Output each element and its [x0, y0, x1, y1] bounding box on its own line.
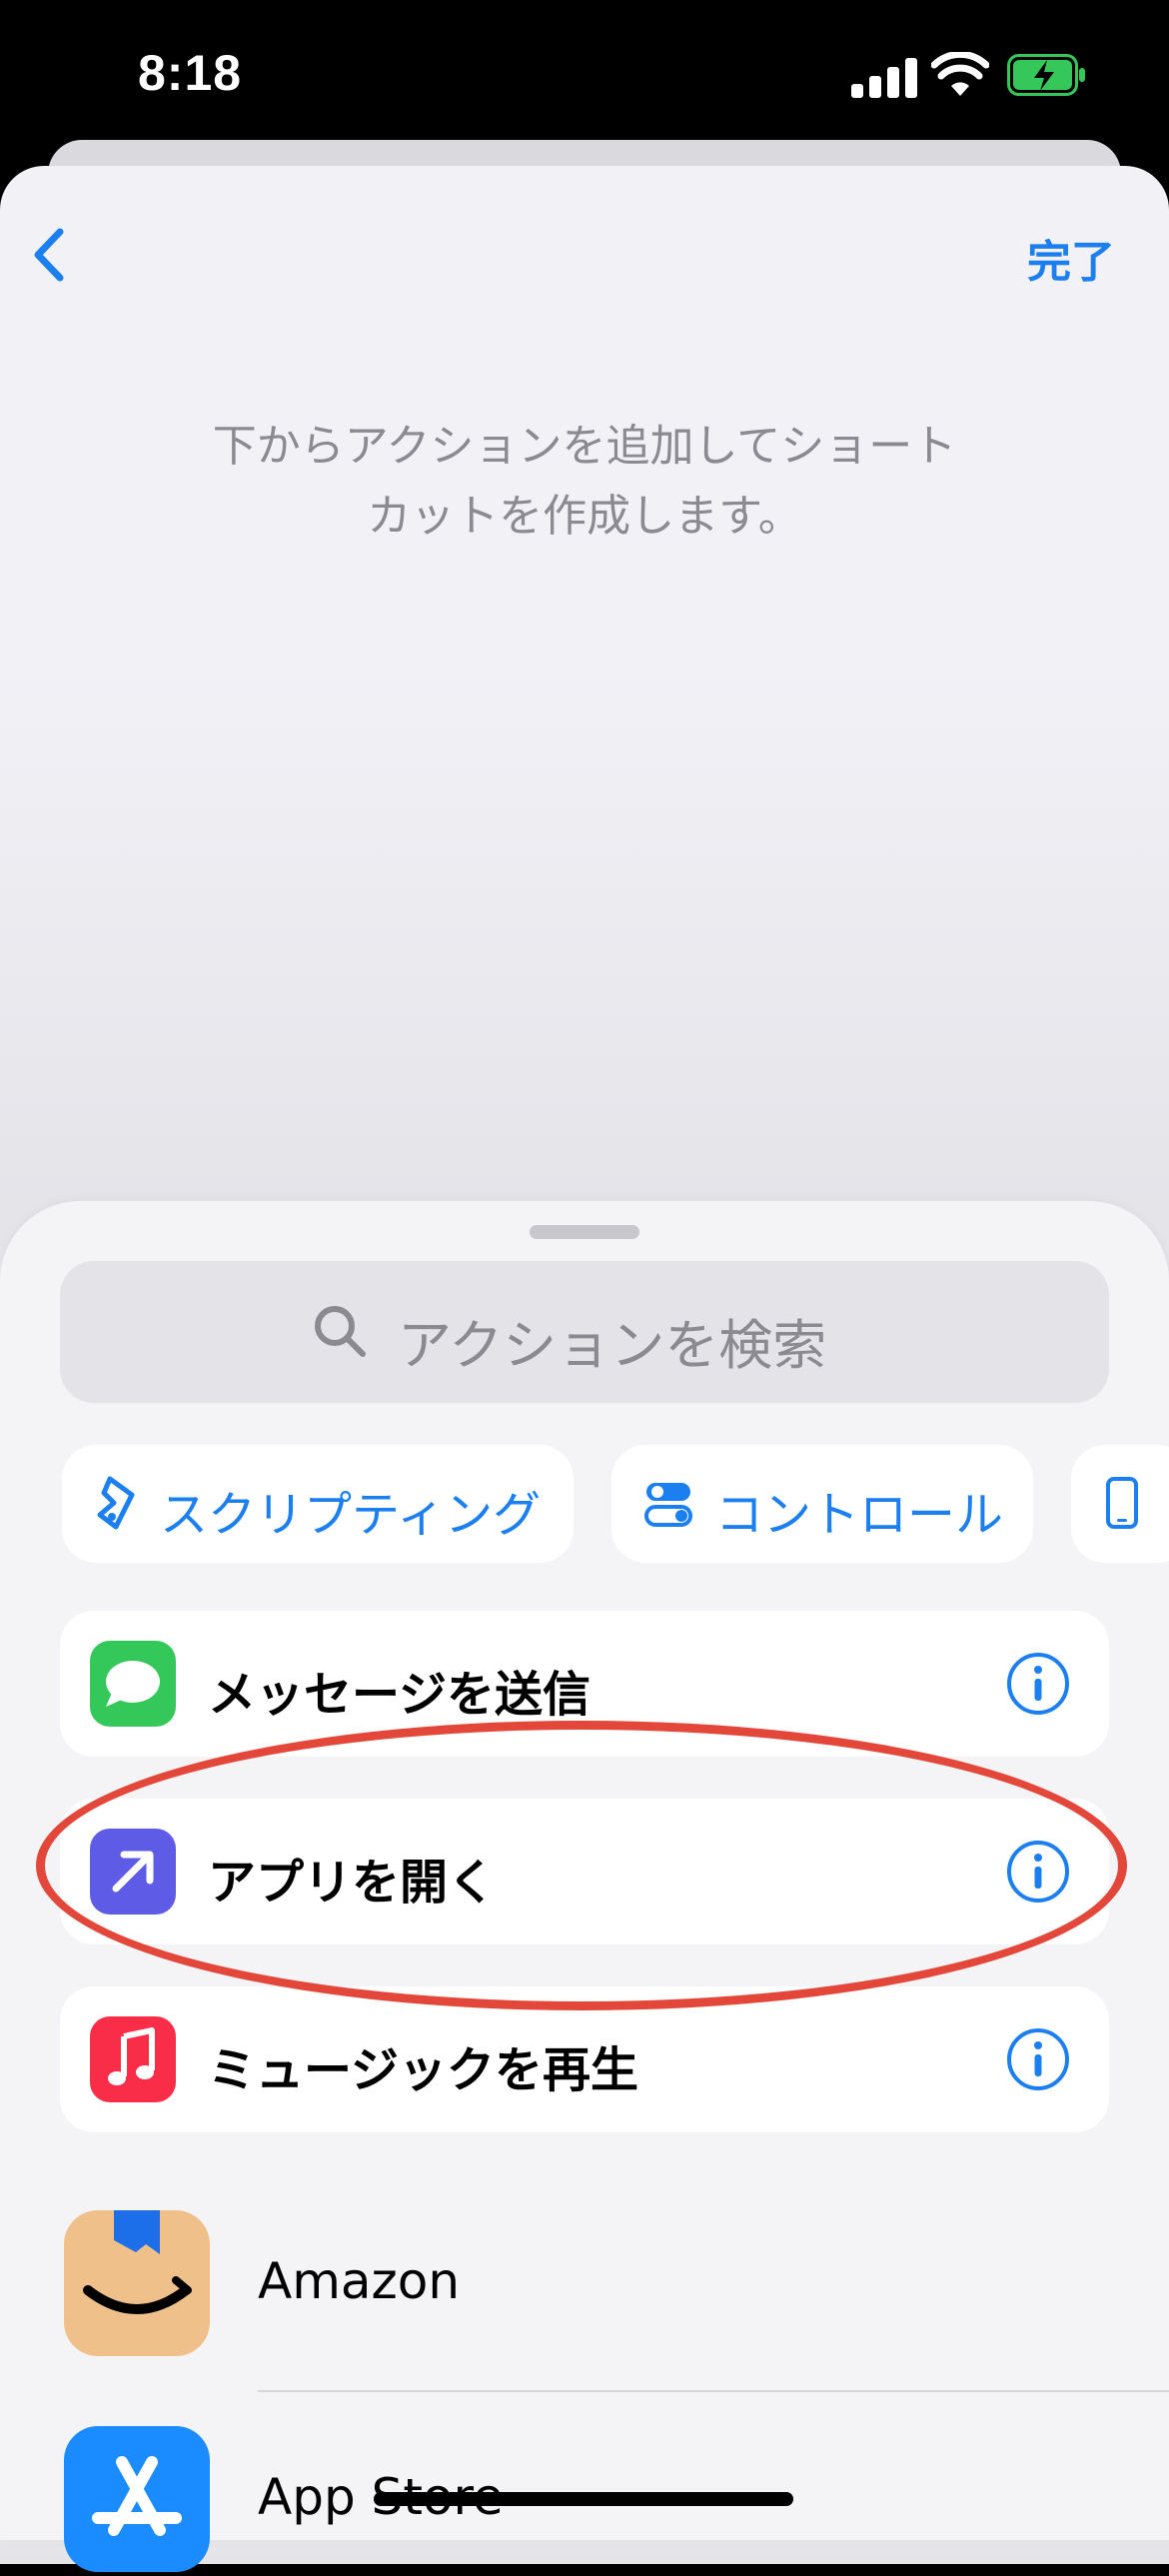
- messages-icon: [90, 1641, 176, 1727]
- status-bar: 8:18: [0, 0, 1169, 160]
- scripting-icon: [97, 1476, 135, 1530]
- done-button[interactable]: 完了: [1027, 226, 1115, 290]
- app-store-icon: [64, 2426, 210, 2572]
- device-icon: [1106, 1477, 1138, 1529]
- action-label: メッセージを送信: [208, 1667, 591, 1723]
- cellular-signal-icon: [851, 58, 917, 98]
- status-time: 8:18: [138, 45, 243, 101]
- search-placeholder: アクションを検索: [398, 1314, 827, 1377]
- home-indicator[interactable]: [374, 2492, 793, 2506]
- wifi-icon: [931, 52, 989, 96]
- info-icon[interactable]: [1005, 2026, 1071, 2092]
- back-chevron-icon[interactable]: [20, 220, 80, 290]
- category-device-chip[interactable]: [1071, 1445, 1169, 1563]
- annotation-highlight-ellipse: [36, 1721, 1127, 2010]
- amazon-icon: [64, 2210, 210, 2356]
- category-scripting-chip[interactable]: スクリプティング: [62, 1445, 574, 1563]
- empty-shortcut-hint: 下からアクションを追加してショート カットを作成します。: [212, 421, 957, 542]
- app-label: Amazon: [258, 2252, 461, 2310]
- panel-grabber[interactable]: [530, 1225, 639, 1239]
- list-divider: [258, 2390, 1169, 2392]
- music-icon: [90, 2016, 176, 2102]
- search-icon: [315, 1306, 366, 1357]
- toggle-icon: [644, 1483, 692, 1527]
- app-row-amazon[interactable]: Amazon: [0, 2210, 1169, 2360]
- category-label: コントロール: [715, 1487, 1004, 1543]
- battery-charging-icon: [1007, 54, 1085, 96]
- action-label: ミュージックを再生: [208, 2042, 639, 2098]
- category-controls-chip[interactable]: コントロール: [611, 1445, 1033, 1563]
- category-label: スクリプティング: [160, 1487, 542, 1543]
- info-icon[interactable]: [1005, 1651, 1071, 1717]
